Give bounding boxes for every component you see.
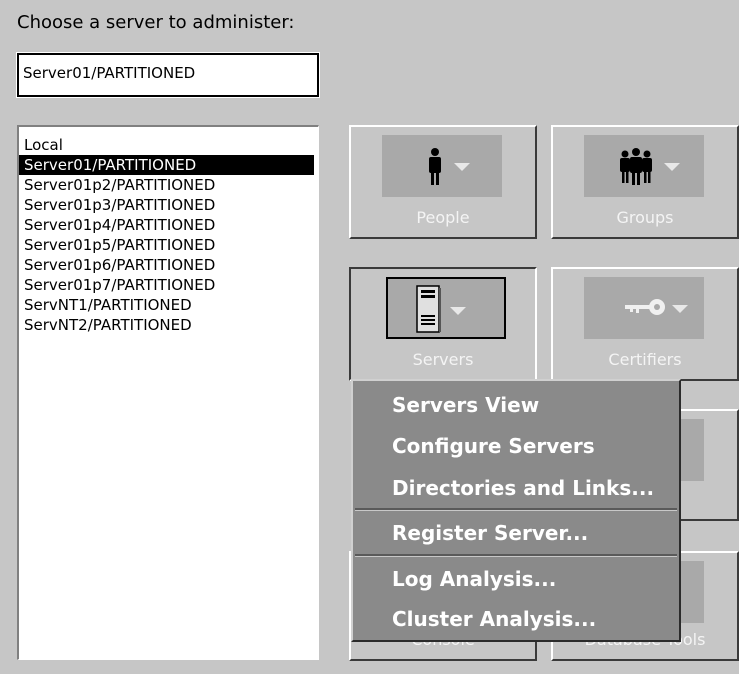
menu-item-servers-view[interactable]: Servers View (392, 393, 539, 417)
menu-separator (355, 554, 677, 557)
person-icon (429, 148, 441, 185)
list-item-selected[interactable]: Server01/PARTITIONED (19, 155, 314, 175)
people-label: People (416, 208, 470, 227)
menu-separator (355, 508, 677, 511)
prompt-label: Choose a server to administer: (17, 12, 295, 33)
groups-face (584, 135, 704, 197)
list-item[interactable]: Server01p4/PARTITIONED (19, 215, 314, 235)
groups-button[interactable]: Groups (551, 125, 739, 239)
menu-item-cluster-analysis[interactable]: Cluster Analysis... (392, 607, 596, 631)
menu-item-register-server[interactable]: Register Server... (392, 521, 588, 545)
people-face (382, 135, 502, 197)
group-icon (620, 148, 652, 185)
servers-button[interactable]: Servers (349, 267, 537, 381)
server-tower-icon (416, 285, 441, 333)
chevron-down-icon (454, 163, 470, 171)
list-item[interactable]: Local (19, 135, 314, 155)
groups-label: Groups (616, 208, 674, 227)
server-list[interactable]: Local Server01/PARTITIONED Server01p2/PA… (17, 125, 319, 660)
certifiers-button[interactable]: Certifiers (551, 267, 739, 381)
people-button[interactable]: People (349, 125, 537, 239)
chevron-down-icon (672, 305, 688, 313)
selected-server-field[interactable]: Server01/PARTITIONED (16, 52, 320, 98)
key-icon (625, 299, 665, 315)
list-item[interactable]: Server01p3/PARTITIONED (19, 195, 314, 215)
servers-face (386, 277, 506, 339)
list-item[interactable]: ServNT2/PARTITIONED (19, 315, 314, 335)
menu-item-directories-links[interactable]: Directories and Links... (392, 476, 654, 500)
list-item[interactable]: Server01p2/PARTITIONED (19, 175, 314, 195)
chevron-down-icon (450, 307, 466, 315)
chevron-down-icon (664, 163, 680, 171)
list-item[interactable]: Server01p6/PARTITIONED (19, 255, 314, 275)
certifiers-label: Certifiers (608, 350, 682, 369)
menu-item-configure-servers[interactable]: Configure Servers (392, 434, 595, 458)
list-item[interactable]: Server01p5/PARTITIONED (19, 235, 314, 255)
menu-item-log-analysis[interactable]: Log Analysis... (392, 567, 556, 591)
list-item[interactable]: ServNT1/PARTITIONED (19, 295, 314, 315)
servers-label: Servers (412, 350, 474, 369)
certifiers-face (584, 277, 704, 339)
servers-popup-menu: Servers View Configure Servers Directori… (351, 379, 681, 642)
list-item[interactable]: Server01p7/PARTITIONED (19, 275, 314, 295)
